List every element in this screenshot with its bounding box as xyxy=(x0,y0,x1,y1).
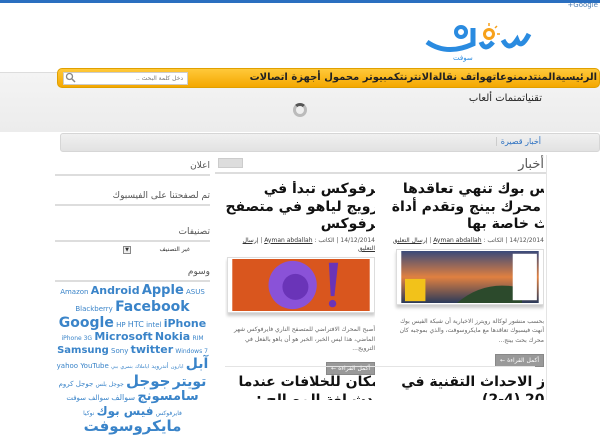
nav-misc[interactable]: منوعات xyxy=(492,72,523,83)
tag-link[interactable]: جوجل بلس xyxy=(96,381,124,388)
nav-telecom[interactable]: أجهزة اتصالات xyxy=(250,72,321,83)
google-plus-link[interactable]: +Google xyxy=(567,1,598,9)
tag-link[interactable]: جوجل كروم xyxy=(59,380,94,388)
site-logo[interactable]: سوفت xyxy=(425,20,537,62)
tag-link[interactable]: نوكيا xyxy=(83,410,94,417)
tag-link[interactable]: اياملاك xyxy=(135,364,149,371)
tag-link[interactable]: ابارون xyxy=(171,364,184,371)
tag-link[interactable]: Microsoft xyxy=(94,330,152,343)
nav-mobiles[interactable]: هواتف نقالة xyxy=(432,72,492,83)
tag-link[interactable]: twitter xyxy=(131,343,174,356)
tag-link[interactable]: Amazon xyxy=(60,288,88,296)
tag-link[interactable]: HTC xyxy=(128,320,144,329)
post-title[interactable]: أبرز الاحداث التقنية في 2014 (4-2) xyxy=(394,373,544,400)
author-link[interactable]: Ayman abdallah xyxy=(264,237,312,244)
categories-widget-title: تصنيفات xyxy=(55,227,210,242)
nav-laptops[interactable]: كمبيوتر محمول xyxy=(324,72,399,83)
chevron-down-icon: ▼ xyxy=(123,246,131,254)
ticker-label[interactable]: أخبار قصيرة xyxy=(495,137,541,146)
tag-link[interactable]: سوالف xyxy=(111,393,135,402)
tag-link[interactable]: Android xyxy=(91,284,140,297)
post-card: فايرفوكس تبدأ في الترويج لياهو في متصفح … xyxy=(225,181,375,376)
post-excerpt: أصبح المحرك الافتراضي للمتصفح الناري فاي… xyxy=(233,326,375,353)
secondary-nav: تقنياتمنمات ألعاب xyxy=(469,93,542,104)
divider xyxy=(215,172,546,174)
logo-subtext: سوفت xyxy=(453,54,473,62)
tag-link[interactable]: سامسونج xyxy=(137,389,198,404)
tag-link[interactable]: مايكروسوفت xyxy=(84,417,182,435)
nav-forum[interactable]: المنتدى xyxy=(524,72,556,83)
tag-link[interactable]: ببي xyxy=(111,364,118,371)
tag-link[interactable]: Blackberry xyxy=(75,305,112,313)
tag-link[interactable]: ASUS xyxy=(186,288,205,296)
post-meta: 14/12/2014 | الكاتب : Ayman abdallah | إ… xyxy=(242,236,375,252)
tag-link[interactable]: Windows 7 xyxy=(175,348,208,355)
nav-home[interactable]: الرئيسية xyxy=(555,72,597,83)
tag-link[interactable]: iPhone 3G xyxy=(61,335,92,342)
tags-widget-title: وسوم xyxy=(55,267,210,282)
tag-link[interactable]: Nokia xyxy=(155,330,190,343)
author-link[interactable]: Ayman abdallah xyxy=(433,237,481,244)
section-title: أخبار xyxy=(518,157,544,172)
post-title[interactable]: فيس بوك تنهي تعاقدها مع محرك بينج وتقدم … xyxy=(384,181,544,234)
tag-link[interactable]: فيس بوك xyxy=(97,404,154,418)
post-image[interactable] xyxy=(227,257,375,314)
tag-cloud: Amazon Android Apple ASUS Blackberry Fac… xyxy=(55,283,210,436)
post-image[interactable] xyxy=(396,248,544,305)
nav-internet[interactable]: الانترنت xyxy=(400,72,433,83)
search-input[interactable] xyxy=(63,72,188,85)
tag-link[interactable]: yahoo xyxy=(57,362,78,370)
tag-link[interactable]: جوجل xyxy=(126,372,170,390)
ad-widget-title: اعلان xyxy=(55,161,210,176)
tag-link[interactable]: Facebook xyxy=(115,299,190,315)
author-label: الكاتب : xyxy=(483,236,504,244)
news-ticker: أخبار قصيرة xyxy=(60,133,600,152)
view-toggle-icon[interactable] xyxy=(218,158,243,168)
post-excerpt: بحسب منشور لوكالة رويترز الاخبارية أن شب… xyxy=(399,317,544,345)
tag-link[interactable]: أندرويد xyxy=(151,363,168,370)
author-label: الكاتب : xyxy=(314,236,335,244)
nav-games-store[interactable]: منمات xyxy=(495,93,522,104)
tag-link[interactable]: سوالف سوفت xyxy=(66,394,109,402)
divider xyxy=(225,366,535,367)
tag-link[interactable]: Apple xyxy=(142,283,184,298)
tag-link[interactable]: Google xyxy=(59,315,114,331)
post-card: أبرز الاحداث التقنية في 2014 (4-2) xyxy=(394,373,544,400)
post-date: 14/12/2014 xyxy=(340,236,375,244)
categories-select-value: غير التصنيف xyxy=(159,246,190,253)
main-nav: الرئيسيةالمنتدىمنوعاتهواتف نقالةالانترنت… xyxy=(57,68,600,88)
tag-link[interactable]: HP xyxy=(116,321,126,329)
post-title[interactable]: فايرفوكس تبدأ في الترويج لياهو في متصفح … xyxy=(225,181,375,234)
tag-link[interactable]: فايرفوكس xyxy=(156,410,182,417)
post-meta: 14/12/2014 | الكاتب : Ayman abdallah | إ… xyxy=(392,236,544,244)
tag-link[interactable]: intel xyxy=(146,321,161,329)
post-card: لا مكان للخلافات عندما تتحدث لغة المصالح… xyxy=(225,373,375,400)
tag-link[interactable]: iPhone xyxy=(164,317,207,330)
nav-tech[interactable]: تقنيات xyxy=(522,93,542,104)
tag-link[interactable]: RIM xyxy=(192,335,203,342)
tag-link[interactable]: Sony xyxy=(111,347,128,355)
post-title[interactable]: لا مكان للخلافات عندما تتحدث لغة المصالح… xyxy=(225,373,375,400)
loading-spinner-icon xyxy=(293,103,307,117)
nav-games[interactable]: ألعاب xyxy=(469,93,492,104)
categories-select[interactable]: غير التصنيف ▼ xyxy=(120,246,190,256)
tag-link[interactable]: تويتر xyxy=(173,374,207,390)
tag-link[interactable]: YouTube xyxy=(80,362,108,370)
post-card: فيس بوك تنهي تعاقدها مع محرك بينج وتقدم … xyxy=(384,181,544,367)
facebook-widget-title: تم لصفحتنا على الفيسبوك xyxy=(55,191,210,206)
tag-link[interactable]: Samsung xyxy=(57,345,109,356)
post-date: 14/12/2014 xyxy=(509,236,544,244)
read-more-button[interactable]: أكمل القراءة ← xyxy=(495,353,544,367)
tag-link[interactable]: بنمري xyxy=(120,364,132,371)
top-bar xyxy=(0,0,600,3)
tag-link[interactable]: آبل xyxy=(186,356,209,372)
search-icon[interactable] xyxy=(65,72,76,83)
comment-link[interactable]: إرسال التعليق xyxy=(393,237,428,244)
main-content: أخبار فيس بوك تنهي تعاقدها مع محرك بينج … xyxy=(215,155,547,400)
